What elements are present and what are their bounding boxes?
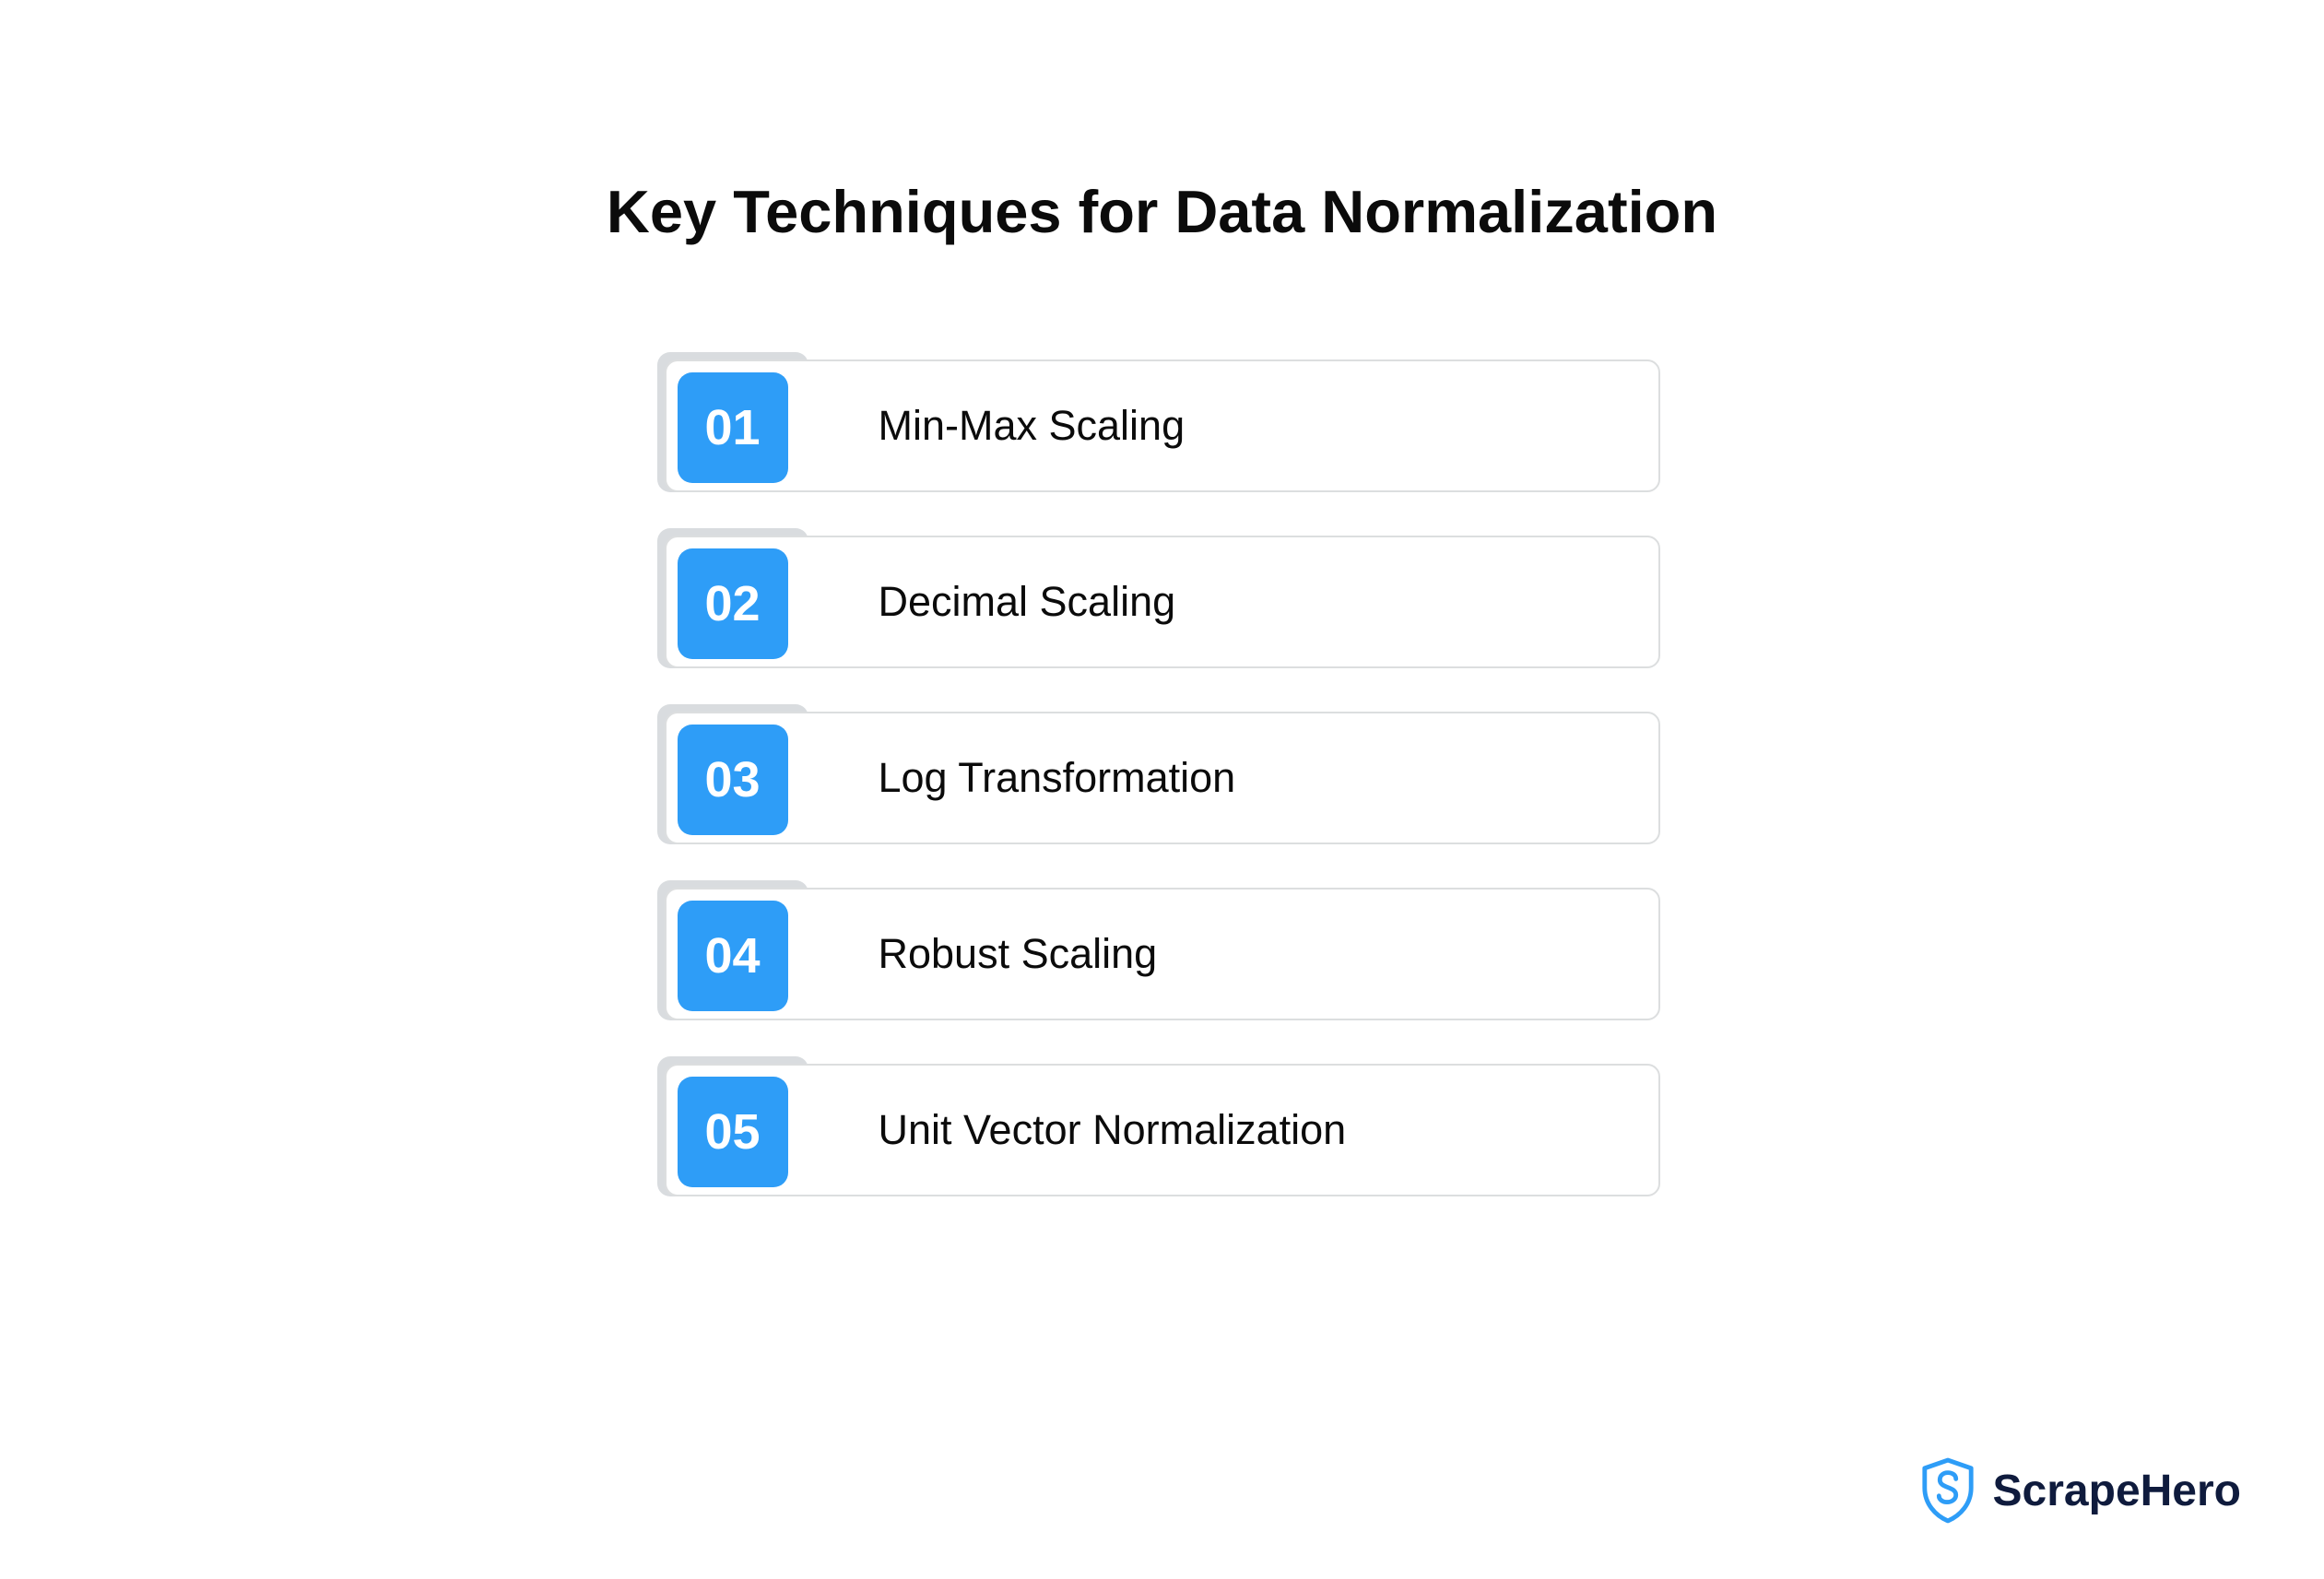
list-item: 04 Robust Scaling — [665, 888, 1660, 1020]
list-item: 02 Decimal Scaling — [665, 536, 1660, 668]
list-item: 05 Unit Vector Normalization — [665, 1064, 1660, 1196]
brand-name: ScrapeHero — [1993, 1466, 2241, 1516]
number-badge: 04 — [678, 901, 788, 1011]
number-badge: 03 — [678, 725, 788, 835]
technique-label: Decimal Scaling — [879, 578, 1176, 626]
list-item: 03 Log Transformation — [665, 712, 1660, 844]
list-item-row: 03 Log Transformation — [665, 712, 1660, 844]
technique-label: Log Transformation — [879, 754, 1236, 802]
technique-list: 01 Min-Max Scaling 02 Decimal Scaling 03… — [665, 359, 1660, 1196]
list-item-row: 02 Decimal Scaling — [665, 536, 1660, 668]
technique-label: Unit Vector Normalization — [879, 1106, 1347, 1154]
number-badge: 05 — [678, 1077, 788, 1187]
list-item-row: 05 Unit Vector Normalization — [665, 1064, 1660, 1196]
number-badge: 02 — [678, 548, 788, 659]
brand-logo: ScrapeHero — [1919, 1457, 2241, 1524]
number-badge: 01 — [678, 372, 788, 483]
list-item: 01 Min-Max Scaling — [665, 359, 1660, 492]
list-item-row: 04 Robust Scaling — [665, 888, 1660, 1020]
diagram-title: Key Techniques for Data Normalization — [0, 177, 2324, 246]
technique-label: Min-Max Scaling — [879, 402, 1186, 450]
shield-s-icon — [1919, 1457, 1976, 1524]
diagram-canvas: Key Techniques for Data Normalization 01… — [0, 0, 2324, 1579]
list-item-row: 01 Min-Max Scaling — [665, 359, 1660, 492]
technique-label: Robust Scaling — [879, 930, 1158, 978]
